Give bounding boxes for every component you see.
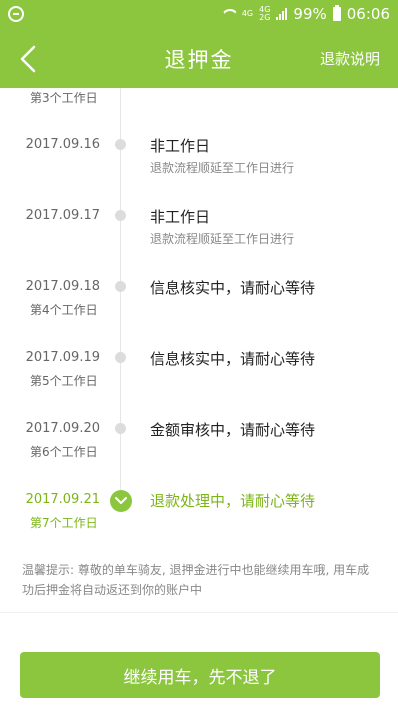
timeline-dot	[115, 139, 126, 150]
network-type-dual: 4G 2G	[259, 6, 270, 22]
timeline-title: 金额审核中，请耐心等待	[150, 421, 316, 439]
previous-workday-label: 第3个工作日	[30, 91, 98, 105]
timeline-workday: 第6个工作日	[30, 445, 98, 459]
divider	[0, 612, 398, 613]
timeline-title: 信息核实中，请耐心等待	[150, 350, 316, 368]
minus-circle-icon	[8, 6, 24, 22]
timeline-date: 2017.09.17	[25, 208, 100, 223]
timeline-workday: 第7个工作日	[30, 516, 98, 530]
timeline-dot	[115, 210, 126, 221]
status-bar: 4G 4G 2G 99% 06:06	[0, 0, 398, 28]
network-2g-label: 2G	[259, 13, 271, 22]
refund-timeline[interactable]: 第3个工作日 2017.09.16 非工作日 退款流程顺延至工作日进行 2017…	[0, 88, 398, 553]
refund-explanation-link[interactable]: 退款说明	[320, 48, 380, 69]
network-type: 4G	[242, 10, 253, 18]
wifi-icon	[222, 7, 236, 21]
chevron-down-icon	[110, 490, 132, 512]
timeline-workday: 第4个工作日	[30, 303, 98, 317]
network-4g-label: 4G	[241, 9, 254, 18]
signal-icon	[276, 8, 288, 20]
battery-icon	[332, 5, 341, 21]
timeline-title: 退款处理中，请耐心等待	[150, 492, 316, 510]
timeline-date: 2017.09.19	[25, 350, 100, 365]
timeline-dot	[115, 352, 126, 363]
clock: 06:06	[346, 5, 390, 23]
timeline-date: 2017.09.18	[25, 279, 100, 294]
timeline-title: 非工作日	[150, 137, 211, 155]
timeline-dot	[115, 423, 126, 434]
timeline-subtitle: 退款流程顺延至工作日进行	[150, 232, 295, 246]
timeline-date: 2017.09.21	[25, 492, 100, 507]
navigation-bar: 退押金 退款说明	[0, 28, 398, 88]
timeline-date: 2017.09.16	[25, 137, 100, 152]
timeline-date: 2017.09.20	[25, 421, 100, 436]
timeline-dot	[115, 281, 126, 292]
status-icons: 4G 4G 2G 99% 06:06	[222, 5, 390, 23]
timeline-workday: 第5个工作日	[30, 374, 98, 388]
continue-riding-button[interactable]: 继续用车，先不退了	[20, 652, 380, 698]
reminder-tip: 温馨提示: 尊敬的单车骑友, 退押金进行中也能继续用车哦, 用车成功后押金将自动…	[22, 563, 370, 597]
timeline-title: 信息核实中，请耐心等待	[150, 279, 316, 297]
battery-percent: 99%	[293, 5, 327, 23]
timeline-title: 非工作日	[150, 208, 211, 226]
timeline-subtitle: 退款流程顺延至工作日进行	[150, 161, 295, 175]
